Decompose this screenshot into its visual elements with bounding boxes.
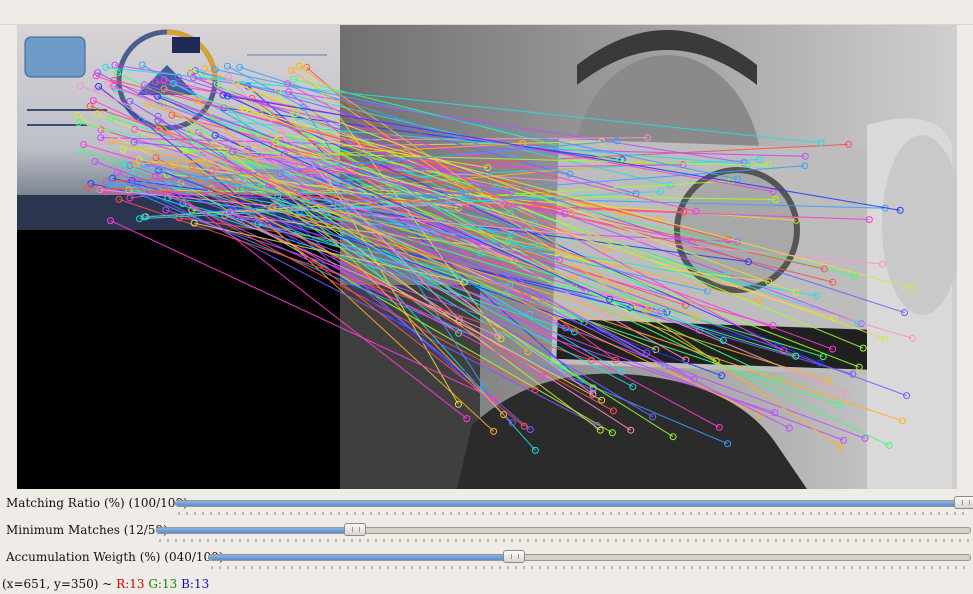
accumulation-weight-label: Accumulation Weigth (%) (040/100) bbox=[6, 550, 224, 564]
minimum-matches-ticks bbox=[159, 539, 969, 542]
matching-ratio-fill bbox=[176, 501, 970, 506]
feature-match-image[interactable] bbox=[17, 25, 957, 489]
cursor-coordinates: (x=651, y=350) ~ bbox=[2, 577, 113, 591]
minimum-matches-fill bbox=[157, 528, 353, 533]
pixel-red-value: R:13 bbox=[116, 577, 145, 591]
minimum-matches-slider[interactable] bbox=[156, 523, 971, 536]
accumulation-weight-fill bbox=[209, 555, 514, 560]
accumulation-weight-slider[interactable] bbox=[208, 550, 971, 563]
matching-ratio-row: Matching Ratio (%) (100/100) bbox=[0, 495, 973, 521]
match-visualization bbox=[17, 25, 957, 489]
matching-ratio-label: Matching Ratio (%) (100/100) bbox=[6, 496, 188, 510]
minimum-matches-row: Minimum Matches (12/50) bbox=[0, 522, 973, 548]
pixel-blue-value: B:13 bbox=[181, 577, 210, 591]
minimum-matches-handle[interactable] bbox=[343, 523, 366, 536]
accumulation-weight-ticks bbox=[211, 566, 965, 569]
pixel-green-value: G:13 bbox=[148, 577, 178, 591]
matching-ratio-slider[interactable] bbox=[175, 496, 973, 509]
accumulation-weight-row: Accumulation Weigth (%) (040/100) bbox=[0, 549, 973, 575]
window-top-bar bbox=[0, 0, 973, 25]
accumulation-weight-handle[interactable] bbox=[503, 550, 526, 563]
matching-ratio-handle[interactable] bbox=[954, 496, 973, 509]
status-bar: (x=651, y=350) ~ R:13 G:13 B:13 bbox=[2, 577, 209, 591]
minimum-matches-label: Minimum Matches (12/50) bbox=[6, 523, 168, 537]
matching-ratio-ticks bbox=[178, 512, 964, 515]
